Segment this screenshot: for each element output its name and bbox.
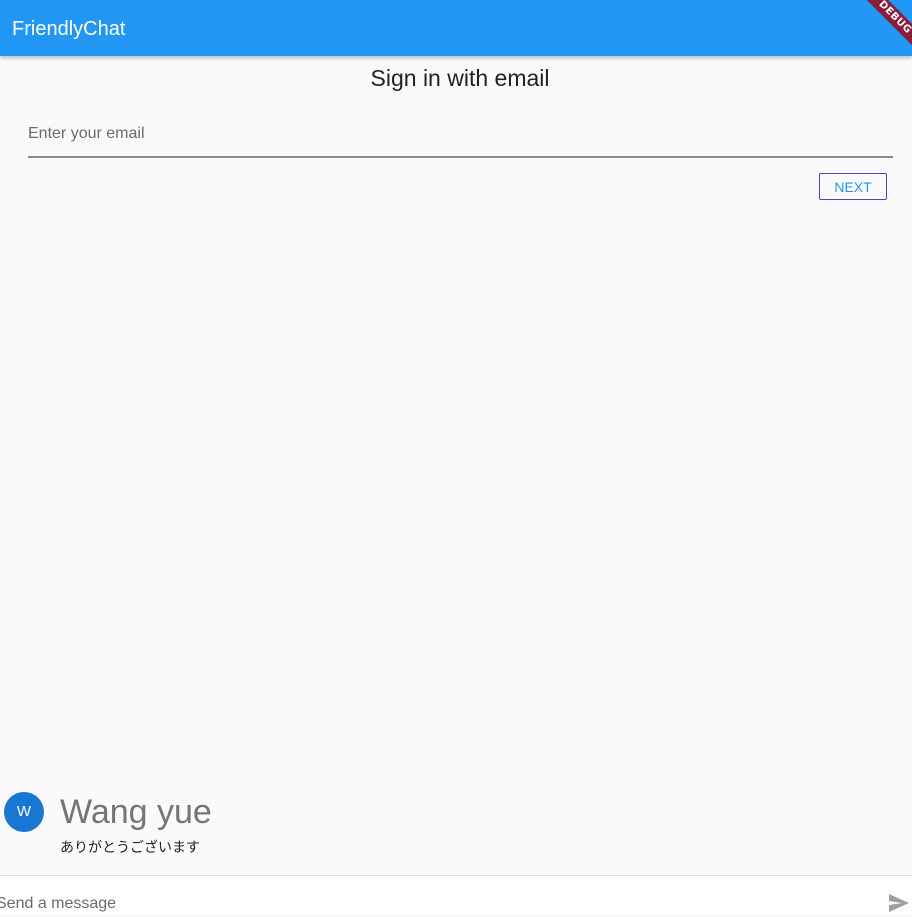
message-composer xyxy=(0,876,912,916)
avatar: W xyxy=(4,792,44,832)
message-text: ありがとうございます xyxy=(60,840,200,856)
signin-title: Sign in with email xyxy=(370,65,550,91)
app-title: FriendlyChat xyxy=(12,18,126,40)
debug-banner: DEBUG xyxy=(850,0,912,56)
send-button[interactable] xyxy=(886,892,912,914)
app-bar: FriendlyChat DEBUG xyxy=(0,0,912,56)
next-button[interactable]: NEXT xyxy=(819,173,887,200)
sender-name: Wang yue xyxy=(60,793,212,831)
message-input[interactable] xyxy=(0,892,866,916)
email-field[interactable] xyxy=(28,112,893,158)
send-icon xyxy=(889,894,909,912)
message-item: W Wang yue ありがとうございます xyxy=(0,790,912,860)
